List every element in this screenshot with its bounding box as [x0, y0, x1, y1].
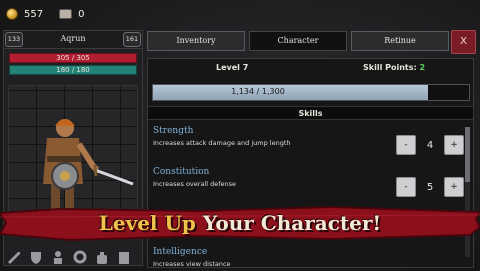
skill-intelligence: Intelligence Increases view distance — [153, 247, 453, 268]
shield-icon[interactable] — [28, 250, 44, 264]
skill-points-value: 2 — [419, 63, 426, 72]
gear-icon[interactable] — [72, 250, 88, 264]
level-label: Level 7 — [216, 63, 249, 72]
chest-icon — [59, 9, 73, 19]
character-name: Aqrun — [60, 34, 86, 43]
person-icon[interactable] — [50, 250, 66, 264]
chest-count: 0 — [78, 8, 85, 20]
bottom-icon-bar — [0, 246, 145, 268]
level-badge-right: 161 — [123, 32, 141, 47]
banner-title-rest: Your Character! — [202, 211, 382, 235]
skill-description: Increases view distance — [153, 260, 231, 268]
promo-banner: Level Up Your Character! — [0, 205, 480, 241]
scrollbar-thumb[interactable] — [465, 127, 470, 182]
skill-name: Constitution — [153, 167, 210, 177]
banner-title: Level Up Your Character! — [0, 211, 480, 235]
tab-bar: Inventory Character Retinue — [147, 31, 474, 53]
gold-count: 557 — [24, 8, 44, 20]
skills-header: Skills — [148, 106, 473, 120]
level-progress-text: 1,134 / 1,300 — [231, 87, 285, 96]
stamina-bar: 180 / 180 — [9, 65, 137, 75]
health-bar: 305 / 305 — [9, 53, 137, 63]
strength-decrease-button[interactable]: - — [396, 135, 416, 155]
skill-points-label: Skill Points: — [363, 63, 417, 72]
skill-points: Skill Points: 2 — [363, 63, 425, 72]
bag-icon[interactable] — [94, 250, 110, 264]
gold-coin-icon — [6, 8, 18, 20]
level-badge-left: 133 — [5, 32, 23, 47]
name-bar: 133 Aqrun 161 — [4, 31, 142, 49]
close-button[interactable]: X — [451, 30, 476, 54]
sword-icon[interactable] — [6, 250, 22, 264]
strength-value: 4 — [426, 140, 434, 151]
skill-name: Intelligence — [153, 247, 208, 257]
constitution-increase-button[interactable]: + — [444, 177, 464, 197]
tab-inventory[interactable]: Inventory — [147, 31, 245, 51]
game-screen: 557 0 133 Aqrun 161 305 / 305 180 / 180 — [0, 0, 480, 271]
strength-increase-button[interactable]: + — [444, 135, 464, 155]
tab-character[interactable]: Character — [249, 31, 347, 51]
book-icon[interactable] — [116, 250, 132, 264]
resource-bar: 557 0 — [0, 0, 480, 28]
banner-title-highlight: Level Up — [98, 211, 196, 235]
constitution-value: 5 — [426, 182, 434, 193]
level-row: Level 7 Skill Points: 2 — [148, 63, 473, 77]
constitution-decrease-button[interactable]: - — [396, 177, 416, 197]
tab-retinue[interactable]: Retinue — [351, 31, 449, 51]
level-progress-bar: 1,134 / 1,300 — [152, 84, 470, 101]
